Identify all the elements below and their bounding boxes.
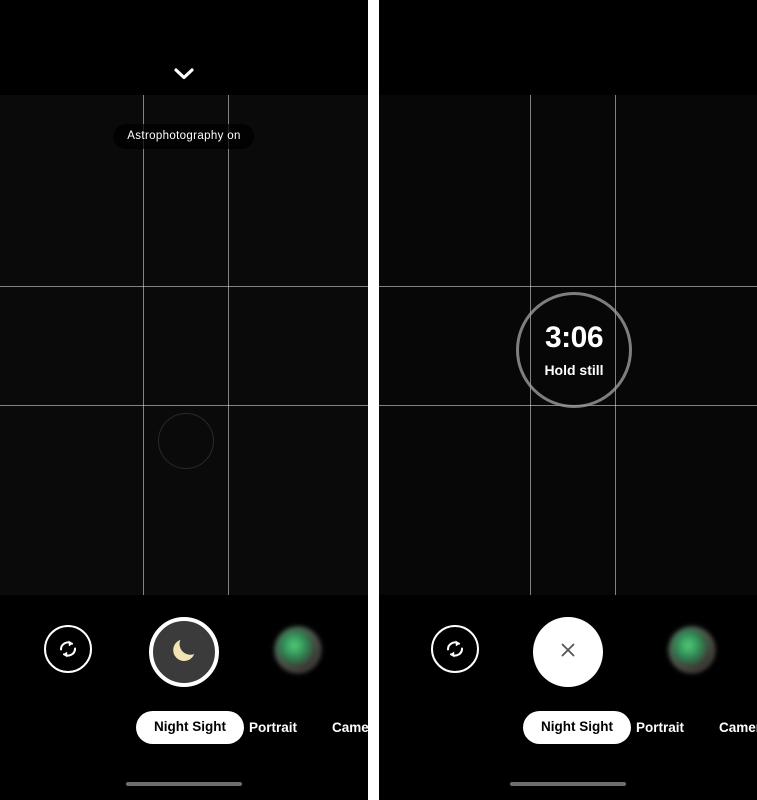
camera-mode-tabs-left: Night Sight Portrait Camer bbox=[0, 711, 368, 744]
countdown-timer-value: 3:06 bbox=[544, 321, 604, 354]
switch-camera-icon[interactable] bbox=[44, 625, 92, 673]
mode-tab-camera[interactable]: Camer bbox=[719, 721, 757, 735]
grid-line-vertical-2 bbox=[228, 95, 229, 595]
grid-line-horizontal-1 bbox=[379, 286, 757, 287]
exposure-countdown-ring: 3:06 Hold still bbox=[516, 292, 632, 408]
top-status-bar-left bbox=[0, 0, 368, 95]
phone-screen-capturing: 3:06 Hold still Night Sight Portrait Cam… bbox=[379, 0, 757, 800]
camera-controls-bar-right: Night Sight Portrait Camer bbox=[379, 595, 757, 800]
home-indicator-right bbox=[510, 782, 626, 786]
grid-line-horizontal-1 bbox=[0, 286, 368, 287]
close-x-icon bbox=[556, 638, 580, 667]
controls-row-right bbox=[379, 617, 757, 689]
mode-tab-camera[interactable]: Camer bbox=[332, 721, 368, 735]
crescent-moon-icon bbox=[169, 635, 199, 670]
mode-tab-night-sight[interactable]: Night Sight bbox=[136, 711, 244, 744]
chevron-down-icon[interactable] bbox=[171, 64, 197, 84]
viewfinder-left[interactable]: Astrophotography on bbox=[0, 95, 368, 595]
mode-tab-portrait[interactable]: Portrait bbox=[249, 721, 297, 735]
camera-controls-bar-left: Night Sight Portrait Camer bbox=[0, 595, 368, 800]
grid-line-horizontal-2 bbox=[0, 405, 368, 406]
home-indicator-left bbox=[126, 782, 242, 786]
switch-camera-icon[interactable] bbox=[431, 625, 479, 673]
top-status-bar-right bbox=[379, 0, 757, 95]
panel-divider bbox=[368, 0, 379, 800]
viewfinder-right[interactable]: 3:06 Hold still bbox=[379, 95, 757, 595]
astrophotography-status-pill: Astrophotography on bbox=[113, 124, 255, 149]
gallery-thumbnail-glow bbox=[669, 627, 715, 673]
dual-screenshot-comparison: Astrophotography on Night Sight Portrait… bbox=[0, 0, 757, 800]
controls-row-left bbox=[0, 617, 368, 689]
grid-line-vertical-1 bbox=[143, 95, 144, 595]
idle-capture-ring bbox=[158, 413, 214, 469]
mode-tab-portrait[interactable]: Portrait bbox=[636, 721, 684, 735]
stop-capture-button[interactable] bbox=[533, 617, 603, 687]
phone-screen-ready: Astrophotography on Night Sight Portrait… bbox=[0, 0, 368, 800]
gallery-thumbnail-glow bbox=[275, 627, 321, 673]
shutter-button-night-sight[interactable] bbox=[149, 617, 219, 687]
camera-mode-tabs-right: Night Sight Portrait Camer bbox=[379, 711, 757, 744]
hold-still-hint: Hold still bbox=[544, 362, 604, 378]
mode-tab-night-sight[interactable]: Night Sight bbox=[523, 711, 631, 744]
